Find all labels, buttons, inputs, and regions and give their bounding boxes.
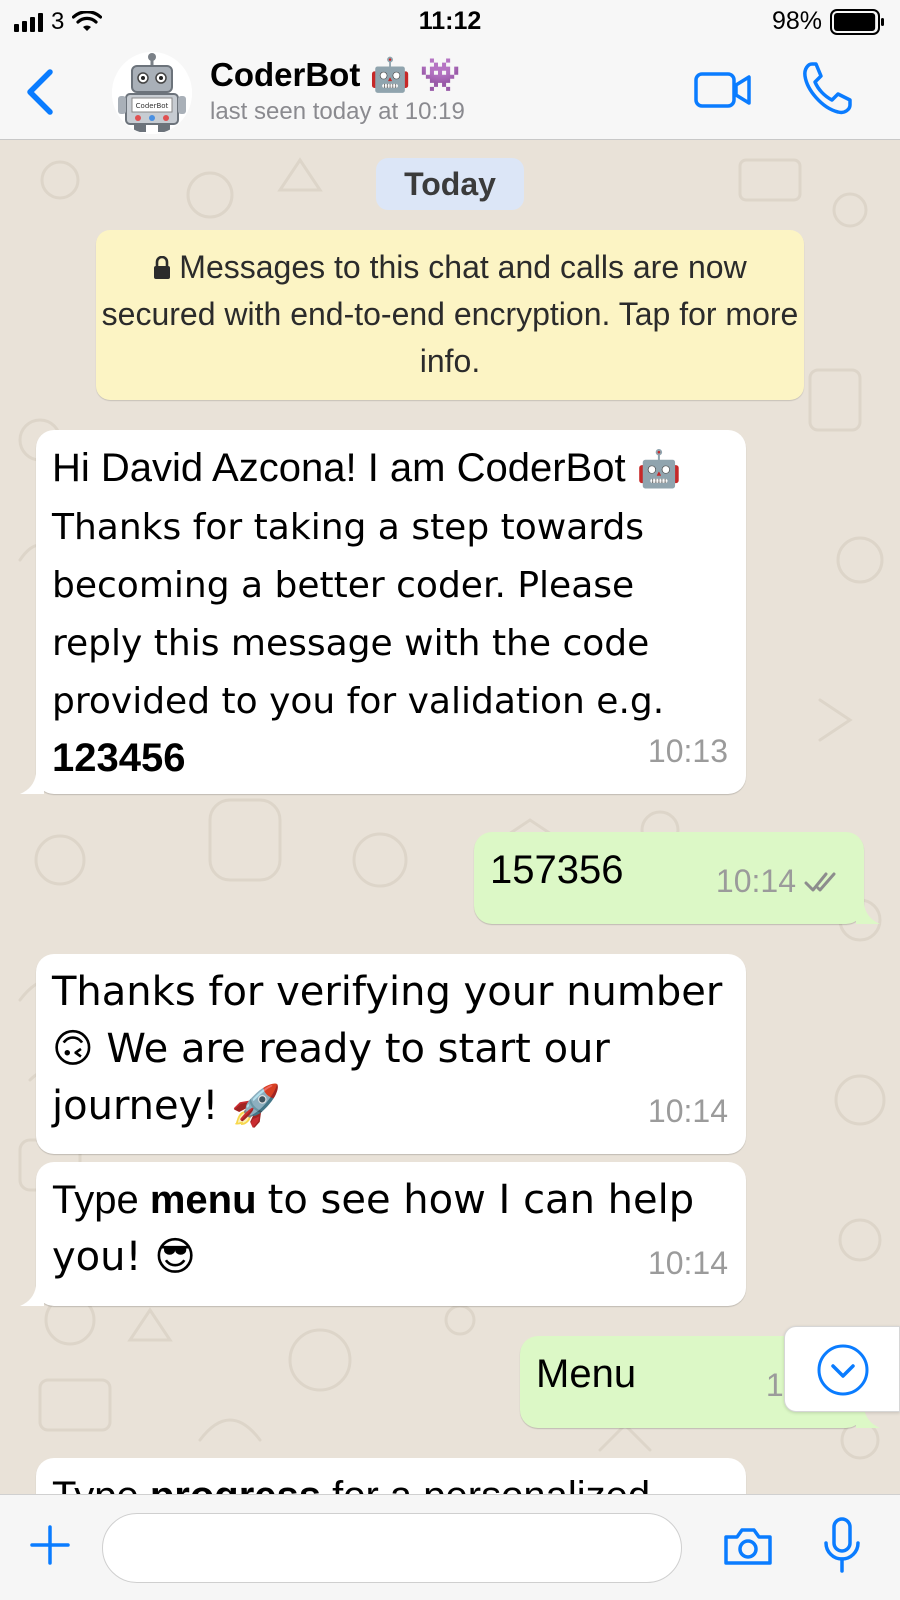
message-input[interactable]	[102, 1513, 682, 1583]
back-chevron-icon[interactable]	[20, 68, 60, 116]
chat-area[interactable]: Today Messages to this chat and calls ar…	[0, 140, 900, 1494]
message-input-bar	[0, 1494, 900, 1600]
video-camera-icon[interactable]	[694, 68, 752, 112]
plus-icon[interactable]	[30, 1525, 70, 1565]
message-text: for a personalized	[332, 1474, 650, 1494]
message-text: 157356	[490, 848, 624, 892]
message-code-bold: 123456	[52, 736, 186, 780]
message-text: Menu	[536, 1352, 637, 1396]
double-check-icon	[804, 872, 836, 891]
message-bubble-incoming[interactable]: Type menu to see how I can help you! 😎 1…	[20, 1162, 746, 1306]
bubble-tail	[856, 904, 880, 924]
robot-avatar-icon: CoderBot	[112, 52, 192, 134]
battery-percent: 98%	[771, 7, 822, 35]
lock-icon	[154, 256, 171, 279]
encryption-notice-text: Messages to this chat and calls are now …	[101, 249, 799, 379]
message-bubble-incoming[interactable]: Type progress for a personalized	[36, 1458, 746, 1494]
message-text: Type	[52, 1474, 139, 1494]
message-command-bold: progress	[150, 1474, 321, 1494]
message-time: 10:14	[716, 853, 846, 910]
message-time: 10:13	[647, 733, 728, 769]
chat-header: CoderBot CoderBot 🤖 👾 last seen today at…	[0, 46, 900, 140]
encryption-notice[interactable]: Messages to this chat and calls are now …	[96, 230, 804, 400]
chevron-down-circle-icon	[817, 1344, 869, 1396]
bubble-tail	[20, 1286, 44, 1306]
phone-icon[interactable]	[800, 60, 854, 118]
status-right: 98%	[772, 7, 886, 36]
avatar-label: CoderBot	[136, 102, 169, 110]
message-time: 10:14	[647, 1245, 728, 1281]
message-text: Thanks for verifying your number 🙃 We ar…	[52, 969, 723, 1129]
contact-name[interactable]: CoderBot 🤖 👾	[210, 56, 461, 95]
message-text: Type	[52, 1178, 139, 1222]
date-separator: Today	[376, 158, 524, 210]
avatar[interactable]: CoderBot	[112, 52, 192, 134]
message-bubble-outgoing[interactable]: 157356 10:14	[474, 832, 880, 924]
camera-icon[interactable]	[722, 1525, 774, 1567]
message-command-bold: menu	[149, 1178, 257, 1222]
status-bar: 3 11:12 98%	[0, 0, 900, 46]
message-text: Hi David Azcona! I am CoderBot	[52, 446, 626, 490]
message-bubble-incoming[interactable]: Thanks for verifying your number 🙃 We ar…	[36, 954, 746, 1154]
microphone-icon[interactable]	[822, 1517, 862, 1575]
bubble-tail	[20, 774, 44, 794]
last-seen-status: last seen today at 10:19	[210, 98, 465, 125]
status-time: 11:12	[418, 7, 482, 35]
battery-icon	[830, 8, 884, 35]
message-time: 10:14	[647, 1093, 728, 1129]
message-text: to see how I can help you! 😎	[52, 1177, 695, 1280]
scroll-to-bottom-button[interactable]	[784, 1326, 900, 1412]
message-bubble-incoming[interactable]: Hi David Azcona! I am CoderBot 🤖 Thanks …	[20, 430, 746, 794]
